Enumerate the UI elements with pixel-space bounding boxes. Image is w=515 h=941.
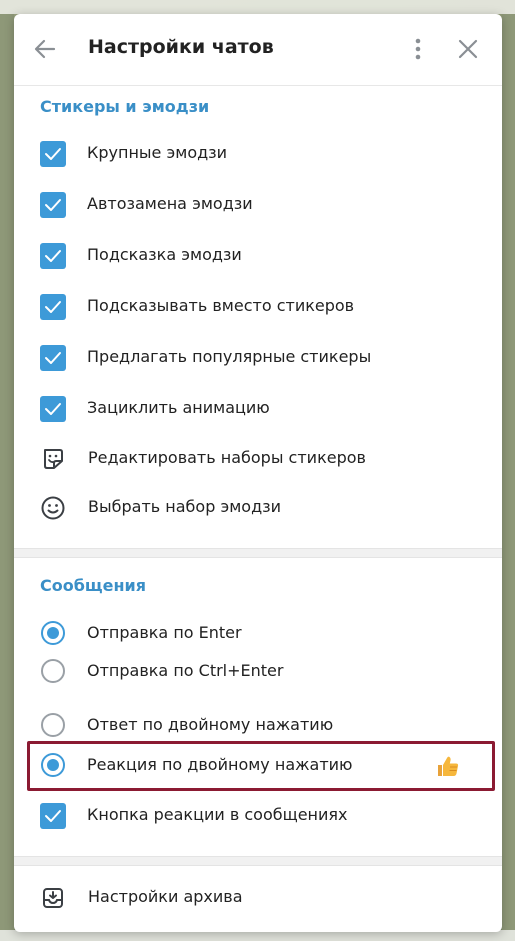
radio-label: Реакция по двойному нажатию bbox=[87, 755, 353, 774]
checkbox-checked[interactable] bbox=[40, 243, 66, 269]
radio-label: Отправка по Ctrl+Enter bbox=[87, 661, 284, 680]
check-icon bbox=[45, 250, 61, 262]
section-title-messages: Сообщения bbox=[40, 576, 146, 595]
archive-icon bbox=[43, 888, 63, 908]
check-icon bbox=[45, 199, 61, 211]
check-icon bbox=[45, 352, 61, 364]
dialog-title: Настройки чатов bbox=[88, 36, 274, 58]
backdrop-left bbox=[0, 14, 14, 930]
checkbox-label: Предлагать популярные стикеры bbox=[87, 347, 372, 366]
radio-unselected[interactable] bbox=[41, 713, 65, 737]
checkbox-label: Крупные эмодзи bbox=[87, 143, 228, 162]
dialog-header: Настройки чатов bbox=[14, 14, 502, 86]
radio-unselected[interactable] bbox=[41, 659, 65, 683]
checkbox-checked[interactable] bbox=[40, 396, 66, 422]
close-icon bbox=[458, 39, 478, 59]
sticker-icon bbox=[44, 449, 63, 469]
checkbox-row-emoji-autoreplace[interactable]: Автозамена эмодзи bbox=[14, 185, 502, 225]
radio-selected[interactable] bbox=[41, 753, 65, 777]
checkbox-row-loop-animation[interactable]: Зациклить анимацию bbox=[14, 389, 502, 429]
radio-selected[interactable] bbox=[41, 621, 65, 645]
checkbox-checked[interactable] bbox=[40, 345, 66, 371]
check-icon bbox=[45, 301, 61, 313]
thumbs-up-icon bbox=[438, 756, 459, 776]
checkbox-row-popular-stickers[interactable]: Предлагать популярные стикеры bbox=[14, 338, 502, 378]
section-divider bbox=[14, 856, 502, 866]
radio-label: Отправка по Enter bbox=[87, 623, 242, 642]
checkbox-label: Кнопка реакции в сообщениях bbox=[87, 805, 348, 824]
radio-row-reply-double-click[interactable]: Ответ по двойному нажатию bbox=[14, 706, 502, 746]
more-options-button[interactable] bbox=[406, 34, 430, 64]
section-title-stickers: Стикеры и эмодзи bbox=[40, 97, 210, 116]
chat-settings-dialog: Настройки чатов Стикеры и эмодзи Крупные… bbox=[14, 14, 502, 932]
section-divider bbox=[14, 548, 502, 558]
checkbox-checked[interactable] bbox=[40, 141, 66, 167]
checkbox-label: Зациклить анимацию bbox=[87, 398, 270, 417]
reaction-emoji-button[interactable] bbox=[434, 752, 462, 780]
link-label: Выбрать набор эмодзи bbox=[88, 497, 282, 516]
back-button[interactable] bbox=[30, 34, 60, 64]
checkbox-checked[interactable] bbox=[40, 294, 66, 320]
backdrop-top-strip bbox=[0, 0, 515, 14]
arrow-left-icon bbox=[34, 39, 56, 59]
checkbox-checked[interactable] bbox=[40, 192, 66, 218]
link-row-archive-settings[interactable]: Настройки архива bbox=[14, 878, 502, 918]
checkbox-row-emoji-hint[interactable]: Подсказка эмодзи bbox=[14, 236, 502, 276]
close-button[interactable] bbox=[455, 36, 481, 62]
check-icon bbox=[45, 810, 61, 822]
checkbox-row-reaction-button[interactable]: Кнопка реакции в сообщениях bbox=[14, 796, 502, 836]
check-icon bbox=[45, 403, 61, 415]
radio-label: Ответ по двойному нажатию bbox=[87, 715, 334, 734]
more-vertical-icon bbox=[415, 38, 421, 60]
check-icon bbox=[45, 148, 61, 160]
checkbox-checked[interactable] bbox=[40, 803, 66, 829]
checkbox-label: Подсказывать вместо стикеров bbox=[87, 296, 355, 315]
smile-icon bbox=[41, 496, 65, 520]
link-label: Настройки архива bbox=[88, 887, 243, 906]
checkbox-row-suggest-instead-stickers[interactable]: Подсказывать вместо стикеров bbox=[14, 287, 502, 327]
link-row-choose-emoji-set[interactable]: Выбрать набор эмодзи bbox=[14, 488, 502, 528]
link-label: Редактировать наборы стикеров bbox=[88, 448, 366, 467]
checkbox-label: Автозамена эмодзи bbox=[87, 194, 253, 213]
checkbox-row-large-emoji[interactable]: Крупные эмодзи bbox=[14, 134, 502, 174]
radio-row-reaction-double-click[interactable]: Реакция по двойному нажатию bbox=[14, 746, 502, 786]
radio-row-send-ctrl-enter[interactable]: Отправка по Ctrl+Enter bbox=[14, 652, 502, 692]
link-row-edit-sticker-sets[interactable]: Редактировать наборы стикеров bbox=[14, 439, 502, 479]
checkbox-label: Подсказка эмодзи bbox=[87, 245, 242, 264]
backdrop-right bbox=[502, 14, 515, 930]
radio-row-send-enter[interactable]: Отправка по Enter bbox=[14, 614, 502, 654]
